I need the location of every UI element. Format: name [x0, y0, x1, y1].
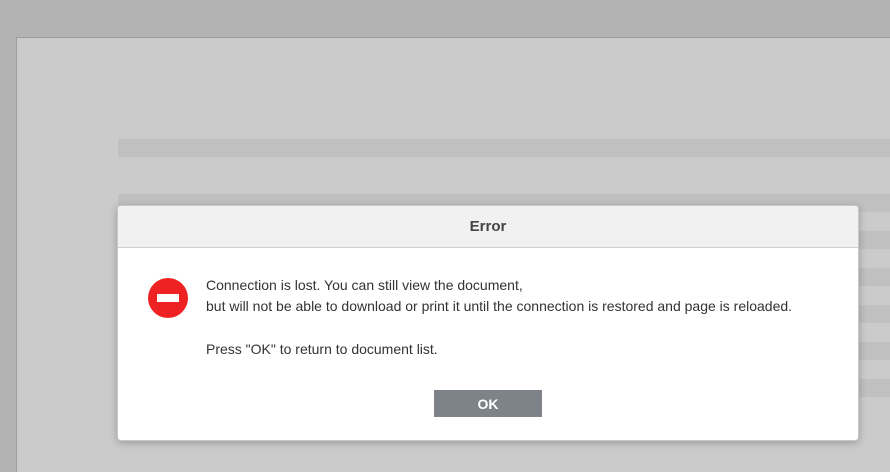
ok-button[interactable]: OK — [434, 390, 542, 417]
dialog-message: Connection is lost. You can still view t… — [206, 275, 846, 360]
message-line: Connection is lost. You can still view t… — [206, 277, 523, 293]
dialog-title: Error — [469, 218, 507, 235]
message-line: Press "OK" to return to document list. — [206, 341, 438, 357]
error-stop-icon — [148, 278, 188, 318]
document-text-line — [118, 139, 890, 157]
dialog-header: Error — [118, 206, 858, 248]
message-line: but will not be able to download or prin… — [206, 298, 793, 314]
error-dialog: Error Connection is lost. You can still … — [117, 205, 859, 441]
